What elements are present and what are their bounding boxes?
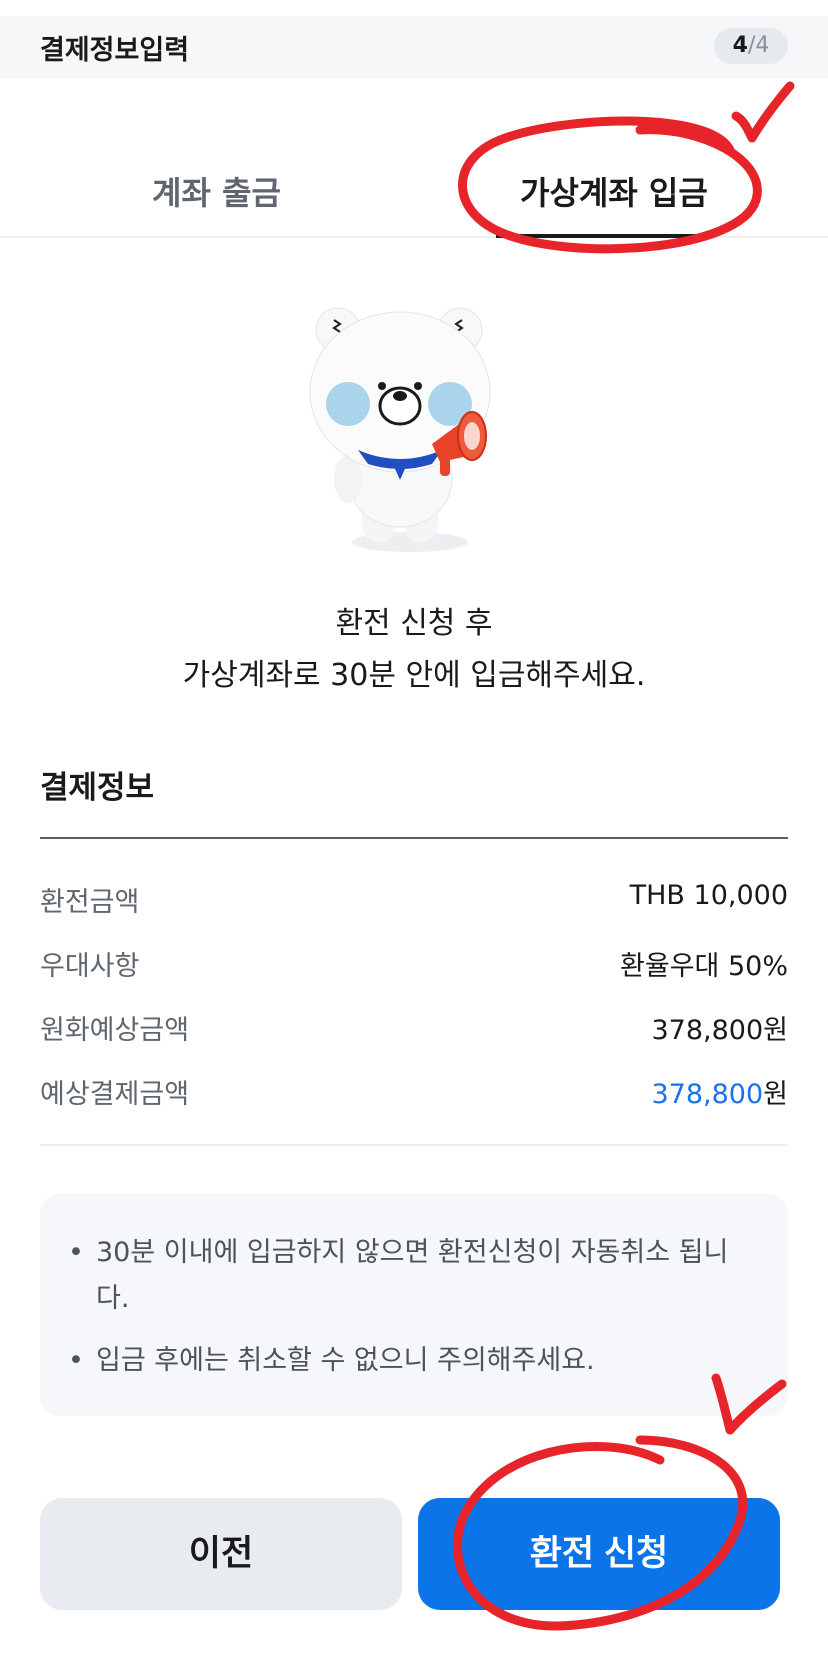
page-title: 결제정보입력 (40, 35, 190, 66)
row-value: 환율우대 50% (620, 951, 788, 982)
step-indicator: 4/4 (714, 28, 788, 64)
info-row-estimated-payment: 예상결제금액 378,800원 (40, 1072, 788, 1112)
prev-button[interactable]: 이전 (40, 1498, 402, 1610)
active-tab-indicator (496, 234, 704, 238)
row-label: 예상결제금액 (40, 1079, 190, 1110)
payment-amount: 378,800 (651, 1079, 764, 1110)
row-value: THB 10,000 (629, 880, 788, 911)
row-label: 원화예상금액 (40, 1015, 190, 1046)
apply-exchange-button[interactable]: 환전 신청 (418, 1498, 780, 1610)
info-row-exchange-amount: 환전금액 THB 10,000 (40, 880, 788, 920)
annotation-check-tab (731, 81, 795, 143)
deposit-guide-text: 환전 신청 후 가상계좌로 30분 안에 입금해주세요. (0, 598, 828, 702)
bear-mascot-megaphone-icon (300, 304, 540, 564)
payment-method-tabs: 계좌 출금 가상계좌 입금 (0, 140, 828, 238)
step-current: 4 (732, 33, 748, 58)
step-total: 4 (755, 33, 770, 58)
row-value: 378,800원 (651, 1015, 789, 1046)
rows-divider (40, 1144, 788, 1146)
info-row-krw-estimate: 원화예상금액 378,800원 (40, 1008, 788, 1048)
currency-unit: 원 (763, 1079, 788, 1110)
notice-box: 30분 이내에 입금하지 않으면 환전신청이 자동취소 됩니다. 입금 후에는 … (40, 1194, 788, 1416)
notice-item: 입금 후에는 취소할 수 없으니 주의해주세요. (68, 1338, 756, 1384)
tab-virtual-account-deposit[interactable]: 가상계좌 입금 (520, 168, 708, 214)
section-divider (40, 837, 788, 839)
row-label: 우대사항 (40, 951, 140, 982)
info-row-benefit: 우대사항 환율우대 50% (40, 944, 788, 984)
row-value: 378,800원 (652, 1072, 789, 1111)
tab-account-withdrawal[interactable]: 계좌 출금 (152, 168, 281, 214)
payment-info-title: 결제정보 (40, 770, 155, 806)
row-label: 환전금액 (40, 887, 140, 918)
guide-line-2: 가상계좌로 30분 안에 입금해주세요. (182, 658, 646, 693)
notice-item: 30분 이내에 입금하지 않으면 환전신청이 자동취소 됩니다. (68, 1230, 756, 1322)
header: 결제정보입력 4/4 (0, 16, 828, 78)
guide-line-1: 환전 신청 후 (335, 606, 493, 641)
